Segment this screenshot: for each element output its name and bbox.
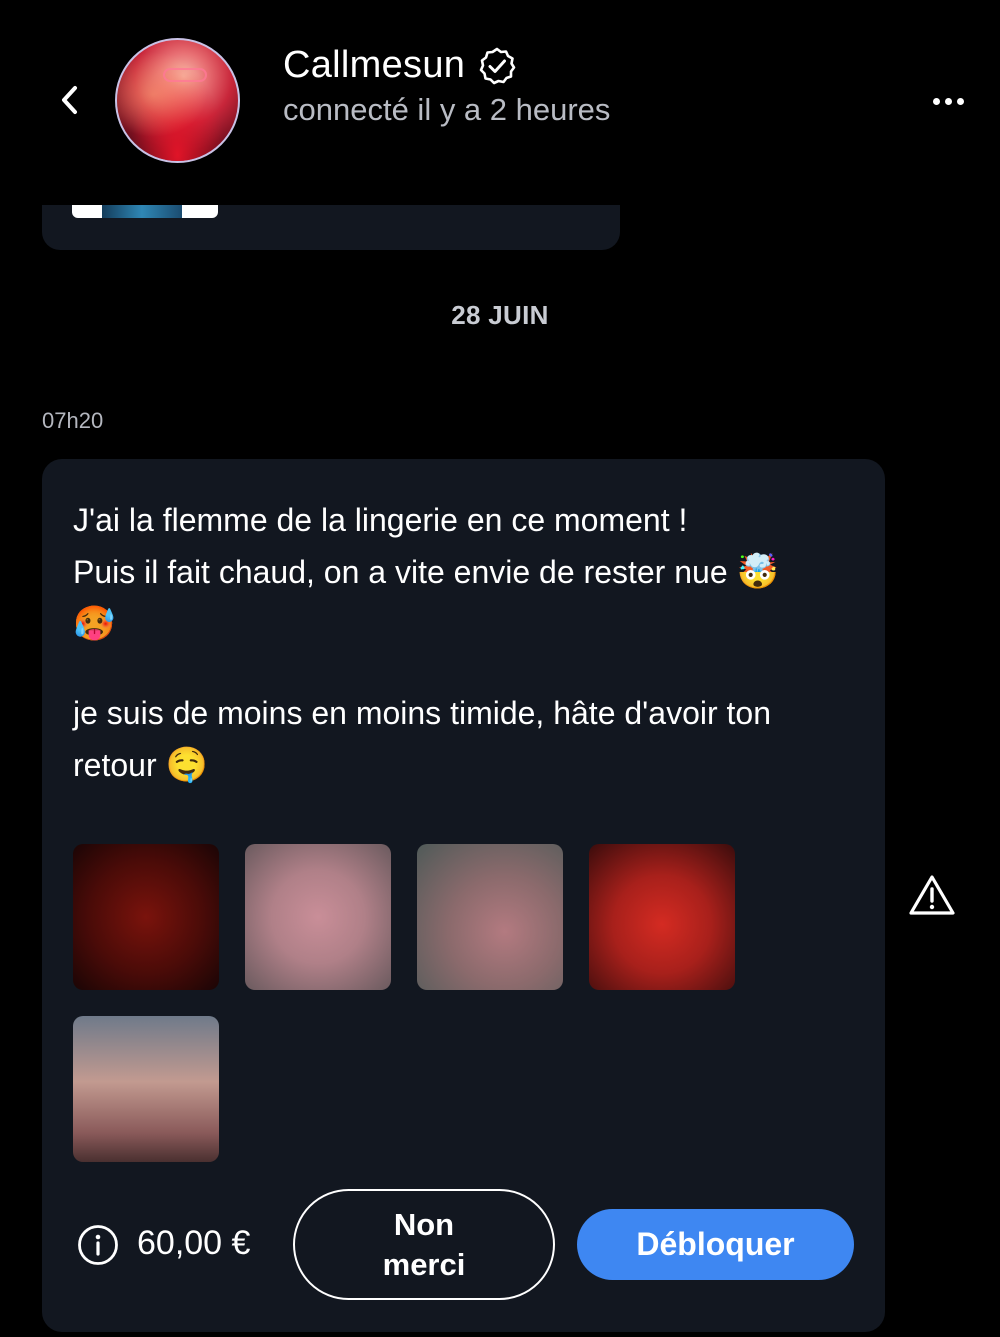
chat-header: Callmesun connecté il y a 2 heures	[0, 0, 1000, 200]
info-icon[interactable]	[77, 1224, 119, 1266]
message-bubble: J'ai la flemme de la lingerie en ce mome…	[42, 459, 885, 1332]
chevron-left-icon	[62, 86, 77, 114]
more-horizontal-icon	[932, 97, 940, 105]
locked-media-thumbnail[interactable]	[73, 844, 219, 990]
verified-badge-icon	[477, 46, 517, 86]
locked-media-thumbnail[interactable]	[73, 1016, 219, 1162]
message-line: retour 🤤	[73, 745, 208, 785]
warning-triangle-icon[interactable]	[908, 873, 956, 917]
back-button[interactable]	[50, 80, 90, 120]
locked-media-thumbnail[interactable]	[589, 844, 735, 990]
online-status: connecté il y a 2 heures	[283, 92, 611, 127]
message-line: Puis il fait chaud, on a vite envie de r…	[73, 552, 779, 592]
message-text: J'ai la flemme de la lingerie en ce mome…	[73, 494, 863, 791]
hot-face-emoji: 🥵	[73, 604, 116, 644]
locked-media-thumbnail[interactable]	[245, 844, 391, 990]
drooling-face-emoji: 🤤	[165, 745, 208, 785]
locked-media-thumbnail[interactable]	[417, 844, 563, 990]
message-line: je suis de moins en moins timide, hâte d…	[73, 695, 772, 731]
previous-message-bubble[interactable]	[42, 205, 620, 250]
avatar[interactable]	[115, 38, 240, 163]
message-line: 🥵	[73, 598, 863, 650]
chat-screen: Callmesun connecté il y a 2 heures 28 JU…	[0, 0, 1000, 1337]
contact-name: Callmesun	[283, 44, 466, 86]
unlock-button[interactable]: Débloquer	[577, 1209, 854, 1280]
message-time: 07h20	[42, 408, 104, 433]
previous-media-thumbnail[interactable]	[72, 205, 218, 218]
exploding-head-emoji: 🤯	[736, 552, 779, 592]
date-separator: 28 JUIN	[451, 300, 549, 330]
price-label: 60,00 €	[137, 1224, 251, 1262]
unlock-bar: 60,00 € Non merci Débloquer	[77, 1189, 857, 1300]
contact-name-row[interactable]: Callmesun	[283, 44, 517, 87]
message-line: J'ai la flemme de la lingerie en ce mome…	[73, 502, 688, 538]
decline-button-label: Non merci	[382, 1206, 466, 1282]
decline-button[interactable]: Non merci	[293, 1189, 555, 1300]
more-options-button[interactable]	[928, 86, 968, 116]
